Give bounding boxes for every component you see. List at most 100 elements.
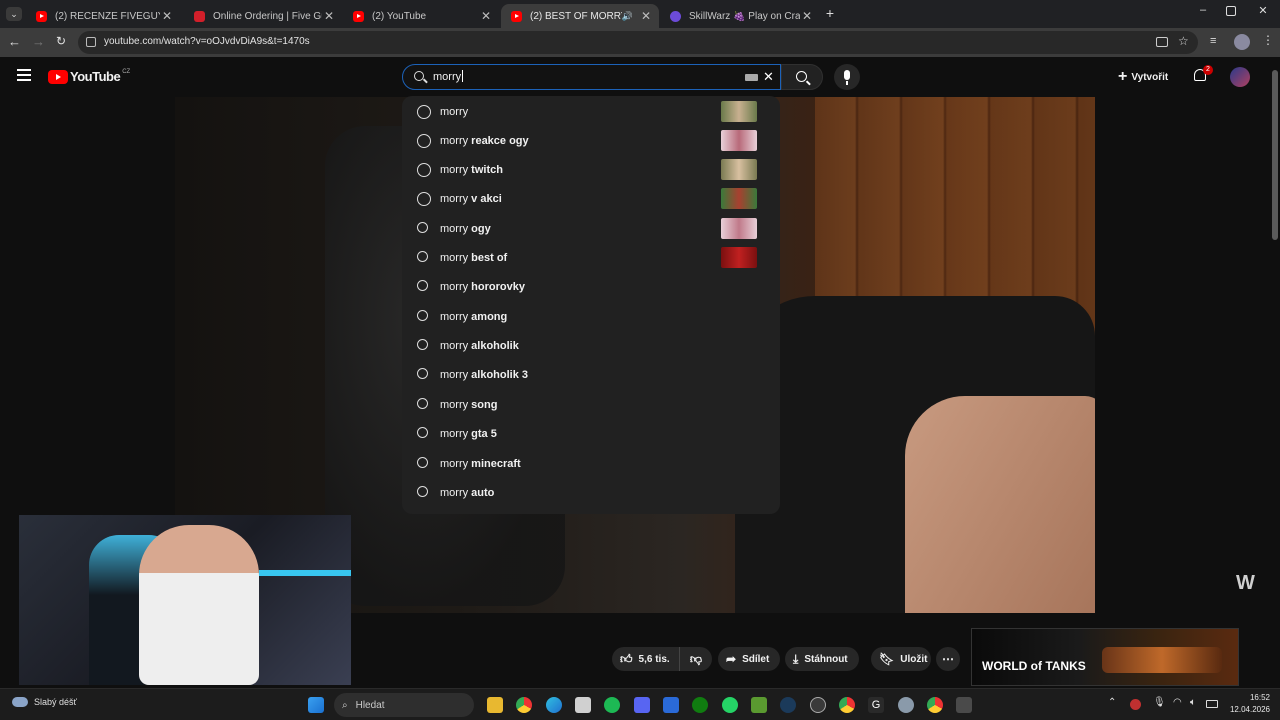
search-suggestion[interactable]: morry alkoholik 3	[402, 360, 780, 389]
calculator-icon[interactable]	[956, 697, 972, 713]
tab-title: SkillWarz 🍇 Play on CrazyGam	[689, 10, 800, 22]
dislike-button[interactable]: 👎︎	[680, 647, 712, 671]
reading-list-icon[interactable]: ≡	[1210, 35, 1216, 47]
search-suggestion[interactable]: morry v akci	[402, 184, 780, 213]
profile-avatar[interactable]	[1234, 34, 1250, 50]
close-tab-icon[interactable]: ✕	[800, 9, 814, 23]
spotify-icon[interactable]	[604, 697, 620, 713]
search-suggestion[interactable]: morry ogy	[402, 214, 780, 243]
close-tab-icon[interactable]: ✕	[322, 9, 336, 23]
search-suggestion[interactable]: morry best of	[402, 243, 780, 272]
search-suggestion[interactable]: morry twitch	[402, 155, 780, 184]
search-suggestion[interactable]: morry alkoholik	[402, 331, 780, 360]
show-hidden-icons[interactable]: ⌃	[1108, 697, 1116, 708]
obs-icon[interactable]	[810, 697, 826, 713]
close-tab-icon[interactable]: ✕	[479, 9, 493, 23]
minimize-button[interactable]: –	[1196, 4, 1210, 20]
scrollbar-thumb[interactable]	[1272, 70, 1278, 240]
search-button[interactable]	[781, 64, 823, 90]
ad-banner[interactable]: WORLD of TANKS	[971, 628, 1239, 686]
search-suggestion[interactable]: morry auto	[402, 478, 780, 507]
account-avatar[interactable]	[1230, 67, 1250, 87]
search-icon	[417, 339, 428, 350]
speaker-icon[interactable]: 🔊	[622, 11, 633, 22]
steam-icon[interactable]	[780, 697, 796, 713]
keyboard-icon[interactable]	[745, 74, 758, 81]
volume-icon[interactable]: 🔈︎	[1190, 697, 1196, 708]
search-suggestion[interactable]: morry among	[402, 302, 780, 331]
install-app-icon[interactable]	[1156, 37, 1168, 47]
search-icon	[417, 486, 428, 497]
store-icon[interactable]	[575, 697, 591, 713]
chrome-alt-icon[interactable]	[839, 697, 855, 713]
file-explorer-icon[interactable]	[487, 697, 503, 713]
search-suggestion[interactable]: morry song	[402, 390, 780, 419]
chrome-icon[interactable]	[516, 697, 532, 713]
search-icon	[417, 280, 428, 291]
app-g-icon[interactable]: G	[868, 697, 884, 713]
bookmark-star-icon[interactable]: ☆	[1178, 34, 1189, 48]
search-suggestions-dropdown: morry morry reakce ogy morry twitch morr…	[402, 96, 780, 514]
suggestion-suffix: alkoholik 3	[468, 368, 529, 381]
whatsapp-icon[interactable]	[722, 697, 738, 713]
windows-start-icon[interactable]	[308, 697, 324, 713]
share-button[interactable]: ➦ Sdílet	[718, 647, 780, 671]
microphone-icon	[844, 70, 850, 80]
site-info-icon[interactable]	[86, 37, 96, 47]
suggestion-prefix: morry	[440, 427, 469, 440]
voice-search-button[interactable]	[834, 64, 860, 90]
tab-search-icon[interactable]: ⌄	[6, 7, 22, 21]
browser-tab[interactable]: (2) YouTube ✕	[343, 4, 499, 28]
xbox-icon[interactable]	[692, 697, 708, 713]
tray-app-icon[interactable]	[1130, 699, 1141, 710]
reload-icon[interactable]: ↻	[56, 34, 70, 50]
search-suggestion[interactable]: morry reakce ogy	[402, 126, 780, 155]
battery-icon[interactable]	[1206, 700, 1218, 708]
visual-studio-icon[interactable]	[663, 697, 679, 713]
search-suggestion[interactable]: morry hororovky	[402, 272, 780, 301]
back-icon[interactable]: ←	[8, 34, 22, 50]
search-input[interactable]: morry ✕	[402, 64, 781, 90]
clock[interactable]: 16:52 12.04.2026	[1222, 692, 1270, 716]
taskbar-search-box[interactable]: ⌕ Hledat	[334, 693, 474, 717]
close-tab-icon[interactable]: ✕	[160, 9, 174, 23]
forward-icon[interactable]: →	[32, 34, 46, 50]
close-tab-icon[interactable]: ✕	[639, 9, 653, 23]
search-suggestion[interactable]: morry	[402, 97, 780, 126]
browser-tab[interactable]: (2) RECENZE FIVEGUYS: NĚMEC ✕	[26, 4, 180, 28]
url-text[interactable]: youtube.com/watch?v=oOJvdvDiA9s&t=1470s	[104, 36, 310, 47]
settings-icon[interactable]	[898, 697, 914, 713]
create-button[interactable]: + Vytvořit	[1118, 64, 1168, 90]
discord-icon[interactable]	[634, 697, 650, 713]
minecraft-icon[interactable]	[751, 697, 767, 713]
rain-cloud-icon	[12, 697, 28, 707]
more-actions-button[interactable]: ⋯	[936, 647, 960, 671]
chrome-active-icon[interactable]	[927, 697, 943, 713]
suggestion-suffix: hororovky	[468, 280, 525, 293]
edge-icon[interactable]	[546, 697, 562, 713]
taskbar-search-text: Hledat	[355, 699, 385, 711]
browser-tab[interactable]: SkillWarz 🍇 Play on CrazyGam ✕	[660, 4, 820, 28]
clear-search-icon[interactable]: ✕	[763, 69, 774, 85]
browser-tab[interactable]: Online Ordering | Five Guys ✕	[184, 4, 342, 28]
new-tab-button[interactable]: +	[822, 5, 838, 23]
like-button[interactable]: 👍︎ 5,6 tis.	[612, 647, 680, 671]
suggestion-text: morry alkoholik 3	[440, 369, 528, 381]
browser-tab-active[interactable]: (2) BEST OF MORRY 2024 - 🔊 ✕	[501, 4, 659, 28]
search-icon	[796, 71, 807, 82]
restore-button[interactable]	[1226, 6, 1236, 16]
hamburger-menu-icon[interactable]	[17, 69, 31, 81]
close-window-button[interactable]: ✕	[1256, 4, 1270, 20]
youtube-logo[interactable]: YouTube CZ	[48, 69, 130, 84]
address-bar[interactable]: youtube.com/watch?v=oOJvdvDiA9s&t=1470s …	[78, 31, 1198, 54]
download-button[interactable]: ⤓ Stáhnout	[785, 647, 859, 671]
browser-menu-icon[interactable]: ⋮	[1262, 33, 1274, 47]
search-suggestion[interactable]: morry minecraft	[402, 449, 780, 478]
search-suggestion[interactable]: morry gta 5	[402, 419, 780, 448]
weather-widget[interactable]: Slabý déšť	[12, 697, 77, 707]
notifications-button[interactable]: 2	[1192, 65, 1213, 86]
wifi-icon[interactable]: ◠	[1173, 697, 1182, 708]
ad-banner-text: WORLD of TANKS	[982, 659, 1086, 673]
microphone-tray-icon[interactable]: 🎙︎	[1153, 697, 1166, 708]
save-button[interactable]: 🔖︎ Uložit	[871, 647, 931, 671]
